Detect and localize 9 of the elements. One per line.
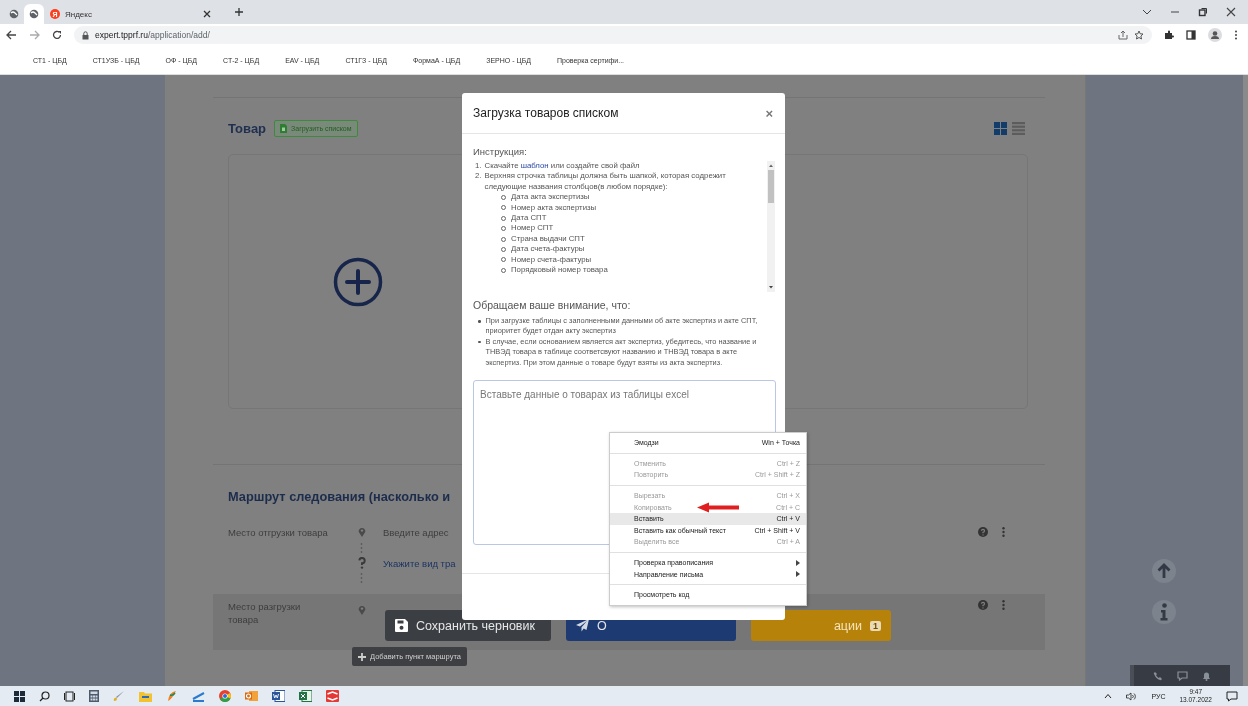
- instruction-heading: Инструкция:: [473, 146, 528, 157]
- url-text: expert.tpprf.ru/application/add/: [95, 30, 210, 40]
- section-heading: Товар: [228, 120, 267, 136]
- field-label: Место отгрузки товара: [228, 525, 329, 539]
- section-heading: Маршрут следования (насколько и: [228, 489, 451, 504]
- count-badge: 1: [870, 620, 881, 631]
- notice-heading: Обращаем ваше внимание, что:: [473, 299, 632, 311]
- tab-title: Яндекс: [65, 9, 93, 19]
- dialog-title: Загрузка товаров списком: [473, 106, 619, 120]
